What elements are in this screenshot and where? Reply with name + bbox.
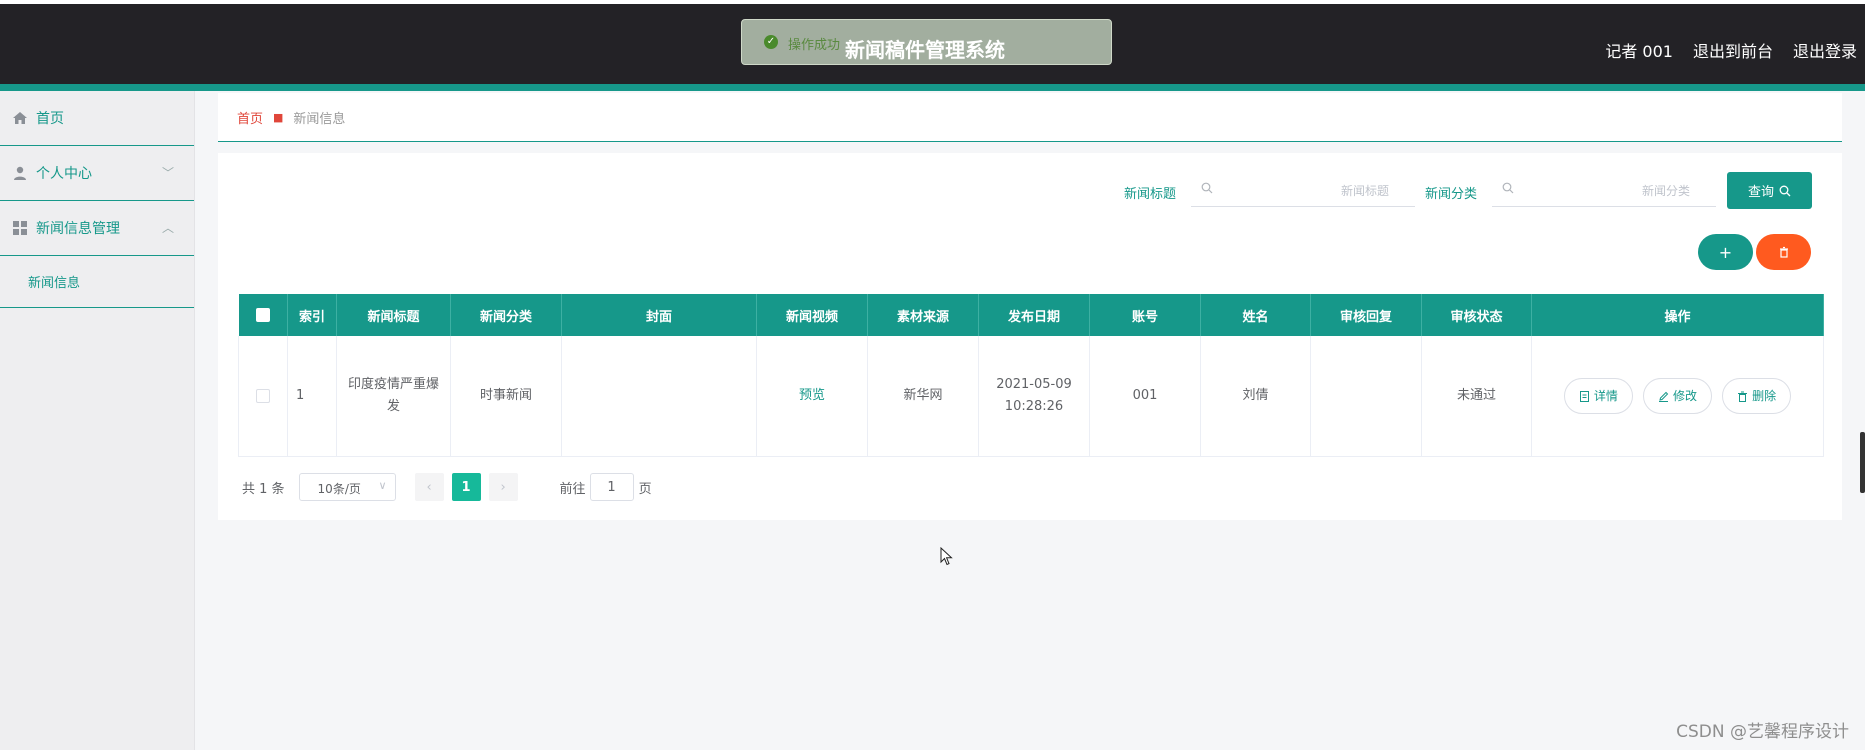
table-header-row: 索引 新闻标题 新闻分类 封面 新闻视频 素材来源 发布日期 账号 姓名 审核回… [238, 294, 1824, 336]
trash-icon [1738, 391, 1748, 402]
cell-cover [561, 336, 757, 457]
breadcrumb-home[interactable]: 首页 [237, 108, 263, 127]
column-header: 封面 [561, 294, 757, 336]
column-header: 索引 [287, 294, 337, 336]
batch-delete-button[interactable] [1756, 234, 1811, 270]
header-user-links: 记者 001 退出到前台 退出登录 [1605, 38, 1857, 62]
home-icon [13, 112, 27, 124]
column-header: 审核状态 [1421, 294, 1532, 336]
select-all-checkbox[interactable] [255, 308, 270, 322]
main-panel: 新闻标题 新闻分类 查询 + [218, 153, 1842, 520]
current-user: 记者 001 [1605, 42, 1673, 61]
chevron-down-icon: ﹀ [161, 166, 174, 180]
row-checkbox[interactable] [256, 388, 270, 403]
breadcrumb: 首页 ■ 新闻信息 [218, 93, 1842, 142]
search-icon [1201, 182, 1213, 194]
column-header: 操作 [1531, 294, 1824, 336]
add-button[interactable]: + [1698, 234, 1753, 270]
cell-source: 新华网 [867, 336, 979, 457]
search-title-label: 新闻标题 [1124, 187, 1177, 202]
delete-button[interactable]: 删除 [1722, 378, 1792, 414]
search-category-input[interactable] [1522, 179, 1692, 203]
breadcrumb-current: 新闻信息 [293, 111, 346, 127]
column-header: 新闻标题 [336, 294, 451, 336]
edit-icon [1658, 391, 1669, 402]
edit-label: 修改 [1672, 389, 1697, 403]
page-size-value: 10条/页 [317, 482, 361, 496]
scrollbar-thumb[interactable] [1860, 432, 1865, 493]
delete-label: 删除 [1752, 389, 1777, 403]
top-header: ✓ 操作成功 新闻稿件管理系统 记者 001 退出到前台 退出登录 [0, 4, 1865, 84]
goto-label: 前往 [559, 481, 586, 497]
query-button[interactable]: 查询 [1727, 172, 1812, 209]
next-page-button[interactable]: › [488, 473, 518, 501]
search-icon [1502, 182, 1514, 194]
sidebar: 首页 个人中心 ﹀ 新闻信息管理 ︿ 新闻信息 [0, 91, 195, 750]
column-header: 素材来源 [867, 294, 979, 336]
sidebar-subitem-news-info[interactable]: 新闻信息 [0, 256, 194, 308]
sidebar-item-personal-center[interactable]: 个人中心 ﹀ [0, 146, 194, 201]
header-accent-bar [0, 84, 1865, 91]
chevron-up-icon: ︿ [161, 221, 174, 235]
column-header: 姓名 [1200, 294, 1311, 336]
table-row: 1 印度疫情严重爆发 时事新闻 预览 新华网 2021-05-09 10:28:… [238, 336, 1824, 457]
grid-icon [13, 221, 27, 235]
prev-page-button[interactable]: ‹ [414, 473, 444, 501]
cell-date: 2021-05-09 10:28:26 [978, 336, 1090, 457]
check-circle-icon: ✓ [764, 35, 778, 49]
detail-button[interactable]: 详情 [1563, 378, 1633, 414]
app-title: 新闻稿件管理系统 [845, 38, 1005, 62]
select-all-cell [238, 294, 288, 336]
search-icon [1779, 185, 1791, 196]
query-button-label: 查询 [1747, 185, 1774, 200]
cell-reply [1310, 336, 1422, 457]
goto-page-input[interactable] [589, 473, 634, 501]
pagination: 共 1 条 10条/页 ∨ ‹ 1 › 前往 页 [242, 473, 652, 501]
chevron-down-icon: ∨ [378, 479, 387, 492]
chevron-left-icon: ‹ [426, 479, 432, 495]
chevron-right-icon: › [500, 479, 506, 495]
plus-icon: + [1718, 242, 1733, 262]
search-category-label: 新闻分类 [1425, 187, 1478, 202]
logout-link[interactable]: 退出登录 [1793, 38, 1857, 62]
cell-account: 001 [1089, 336, 1201, 457]
video-preview-link[interactable]: 预览 [799, 388, 825, 403]
row-select-cell [238, 336, 288, 457]
detail-label: 详情 [1593, 389, 1618, 403]
news-table: 索引 新闻标题 新闻分类 封面 新闻视频 素材来源 发布日期 账号 姓名 审核回… [238, 294, 1824, 457]
search-title-field [1191, 173, 1415, 207]
sidebar-item-label: 首页 [36, 111, 64, 127]
cell-name: 刘倩 [1200, 336, 1311, 457]
column-header: 新闻分类 [450, 294, 562, 336]
search-title-input[interactable] [1221, 179, 1391, 203]
cell-category: 时事新闻 [450, 336, 562, 457]
cell-status: 未通过 [1421, 336, 1532, 457]
user-icon [14, 166, 26, 180]
exit-to-frontend-link[interactable]: 退出到前台 [1693, 38, 1773, 62]
column-header: 审核回复 [1310, 294, 1422, 336]
column-header: 新闻视频 [756, 294, 868, 336]
sidebar-item-label: 新闻信息管理 [36, 221, 120, 237]
cell-actions: 详情 修改 删除 [1531, 336, 1824, 457]
document-icon [1579, 390, 1589, 402]
page-size-select[interactable]: 10条/页 ∨ [298, 473, 396, 501]
watermark: CSDN @艺馨程序设计 [1676, 722, 1849, 742]
page-suffix: 页 [638, 481, 652, 497]
cell-video: 预览 [756, 336, 868, 457]
cell-title: 印度疫情严重爆发 [336, 336, 451, 457]
column-header: 账号 [1089, 294, 1201, 336]
cell-index: 1 [287, 336, 337, 457]
page-number-button[interactable]: 1 [451, 473, 481, 501]
sidebar-item-label: 个人中心 [36, 166, 92, 182]
sidebar-item-home[interactable]: 首页 [0, 91, 194, 146]
mouse-cursor-icon [940, 547, 953, 566]
column-header: 发布日期 [978, 294, 1090, 336]
search-category-field [1492, 173, 1716, 207]
total-count: 共 1 条 [242, 481, 285, 497]
sidebar-item-news-management[interactable]: 新闻信息管理 ︿ [0, 201, 194, 256]
breadcrumb-separator-icon: ■ [273, 110, 284, 124]
trash-icon [1779, 246, 1788, 258]
edit-button[interactable]: 修改 [1642, 378, 1712, 414]
